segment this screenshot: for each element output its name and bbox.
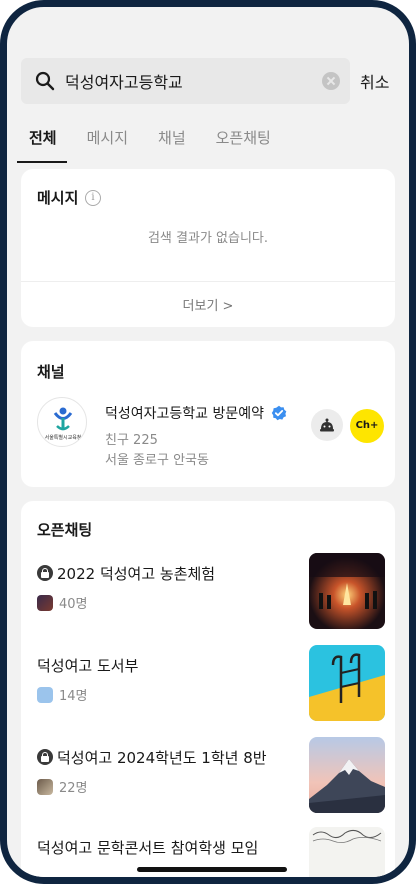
open-chat-item-title: 덕성여고 문학콘서트 참여학생 모임 [37,839,259,857]
messages-title: 메시지 [37,189,79,207]
room-avatar [37,686,53,703]
search-icon [35,71,55,91]
room-avatar [37,594,53,611]
cancel-button[interactable]: 취소 [360,69,389,93]
open-chat-members: 14명 [37,685,88,704]
tab-open-chat[interactable]: 오픈채팅 [216,119,271,163]
search-input[interactable]: 덕성여자고등학교 [65,69,322,93]
info-icon[interactable]: i [85,190,101,206]
member-count: 14명 [59,689,88,704]
mountain-thumbnail [309,737,385,813]
channels-title: 채널 [37,363,65,381]
messages-section: 메시지 i 검색 결과가 없습니다. 더보기 > [21,169,395,327]
open-chat-item-title: 2022 덕성여고 농촌체험 [57,565,216,583]
channel-name-row[interactable]: 덕성여자고등학교 방문예약 [105,403,287,423]
member-count: 22명 [59,781,88,796]
lock-icon [37,749,53,765]
open-chat-item[interactable]: 덕성여고 2024학년도 1학년 8반 22명 [37,737,385,813]
clear-icon[interactable] [322,72,340,90]
pool-ladder-thumbnail [309,645,385,721]
open-chat-item-title-row: 2022 덕성여고 농촌체험 [37,563,215,584]
bot-icon [320,418,334,432]
channels-section: 채널 서울특별시교육청 덕성여자고등학교 방문예약 친구 225 서울 종로구 … [21,341,395,487]
open-chat-title: 오픈채팅 [37,521,93,539]
seoul-education-logo: 서울특별시교육청 [45,407,82,441]
member-count: 40명 [59,597,88,612]
channel-friends: 친구 225 [105,433,158,448]
chatbot-button[interactable] [311,409,343,441]
open-chat-item[interactable]: 덕성여고 도서부 14명 [37,645,385,721]
open-chat-section: 오픈채팅 2022 덕성여고 농촌체험 40명 덕성여고 도서부 14명 덕성여… [21,501,395,877]
room-avatar [37,778,53,795]
search-tabs: 전체 메시지 채널 오픈채팅 [17,119,301,163]
lock-icon [37,565,53,581]
campfire-thumbnail [309,553,385,629]
svg-text:서울특별시교육청: 서울특별시교육청 [45,434,82,441]
open-chat-item-title: 덕성여고 2024학년도 1학년 8반 [57,749,267,767]
channel-add-button[interactable]: Ch+ [350,409,384,443]
channel-location: 서울 종로구 안국동 [105,453,209,468]
channel-name: 덕성여자고등학교 방문예약 [105,406,265,422]
home-indicator [137,867,287,872]
tab-channels[interactable]: 채널 [158,119,186,163]
sketch-thumbnail [309,827,385,877]
tab-all[interactable]: 전체 [17,119,67,163]
open-chat-item-title: 덕성여고 도서부 [37,657,139,675]
verified-badge-icon [272,405,287,421]
search-bar: 덕성여자고등학교 취소 [21,57,401,105]
open-chat-item-title-row: 덕성여고 2024학년도 1학년 8반 [37,747,267,768]
open-chat-item[interactable]: 2022 덕성여고 농촌체험 40명 [37,553,385,629]
tab-messages[interactable]: 메시지 [87,119,128,163]
search-box[interactable]: 덕성여자고등학교 [21,58,350,104]
channel-logo[interactable]: 서울특별시교육청 [37,397,87,447]
phone-frame: 덕성여자고등학교 취소 전체 메시지 채널 오픈채팅 메시지 i 검색 결과가 … [0,0,416,884]
more-button[interactable]: 더보기 > [21,295,395,314]
open-chat-members: 22명 [37,777,88,796]
open-chat-members: 40명 [37,593,88,612]
open-chat-item[interactable]: 덕성여고 문학콘서트 참여학생 모임 [37,827,385,877]
divider [21,281,395,282]
empty-result-text: 검색 결과가 없습니다. [147,231,269,246]
